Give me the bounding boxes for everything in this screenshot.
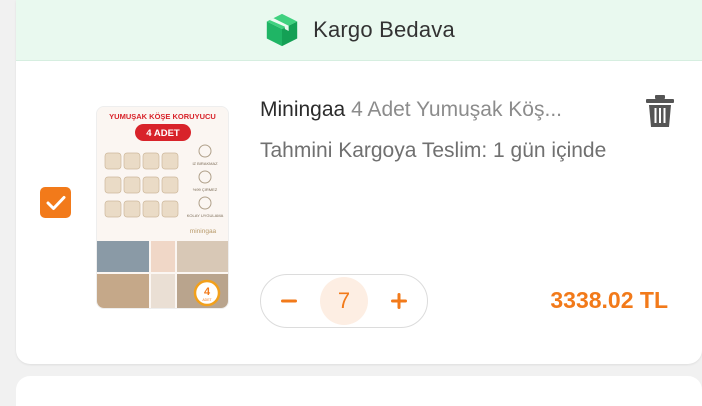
thumbnail-brand-mark: miningaa: [190, 228, 217, 235]
quantity-value[interactable]: 7: [320, 277, 368, 325]
thumbnail-feature-2: %99 ÇIRMEZ: [193, 187, 218, 192]
quantity-stepper: 7: [260, 274, 428, 328]
thumbnail-feature-3: KOLAY UYGULAMA: [187, 213, 224, 218]
decrease-quantity-button[interactable]: [275, 287, 303, 315]
product-name: 4 Adet Yumuşak Köş...: [351, 98, 562, 121]
box-icon: [266, 13, 298, 47]
product-title[interactable]: Miningaa 4 Adet Yumuşak Köş...: [260, 98, 630, 122]
thumbnail-header: YUMUŞAK KÖŞE KORUYUCU: [109, 112, 216, 121]
trash-icon[interactable]: [645, 94, 675, 128]
thumbnail-corner-badge-text: ADET: [202, 298, 212, 302]
product-thumbnail[interactable]: YUMUŞAK KÖŞE KORUYUCU 4 ADET IZ BIRAKMAZ: [96, 106, 229, 309]
free-shipping-text: Kargo Bedava: [313, 17, 455, 42]
thumbnail-badge: 4 ADET: [146, 128, 180, 139]
product-image: YUMUŞAK KÖŞE KORUYUCU 4 ADET IZ BIRAKMAZ: [97, 107, 228, 308]
thumbnail-feature-1: IZ BIRAKMAZ: [192, 161, 218, 166]
checkmark-icon: [46, 195, 65, 210]
free-shipping-banner: Kargo Bedava: [16, 0, 702, 61]
next-cart-card: [16, 376, 702, 406]
item-select-checkbox[interactable]: [40, 187, 71, 218]
increase-quantity-button[interactable]: [385, 287, 413, 315]
cart-seller-card: Kargo Bedava YUMUŞAK KÖŞE KORUYUCU 4 ADE…: [16, 0, 702, 364]
plus-icon: [391, 293, 407, 309]
thumbnail-corner-badge-number: 4: [204, 286, 211, 298]
item-price: 3338.02 TL: [550, 287, 668, 313]
delivery-estimate: Tahmini Kargoya Teslim: 1 gün içinde: [260, 139, 607, 162]
product-brand: Miningaa: [260, 98, 346, 121]
minus-icon: [281, 299, 297, 303]
